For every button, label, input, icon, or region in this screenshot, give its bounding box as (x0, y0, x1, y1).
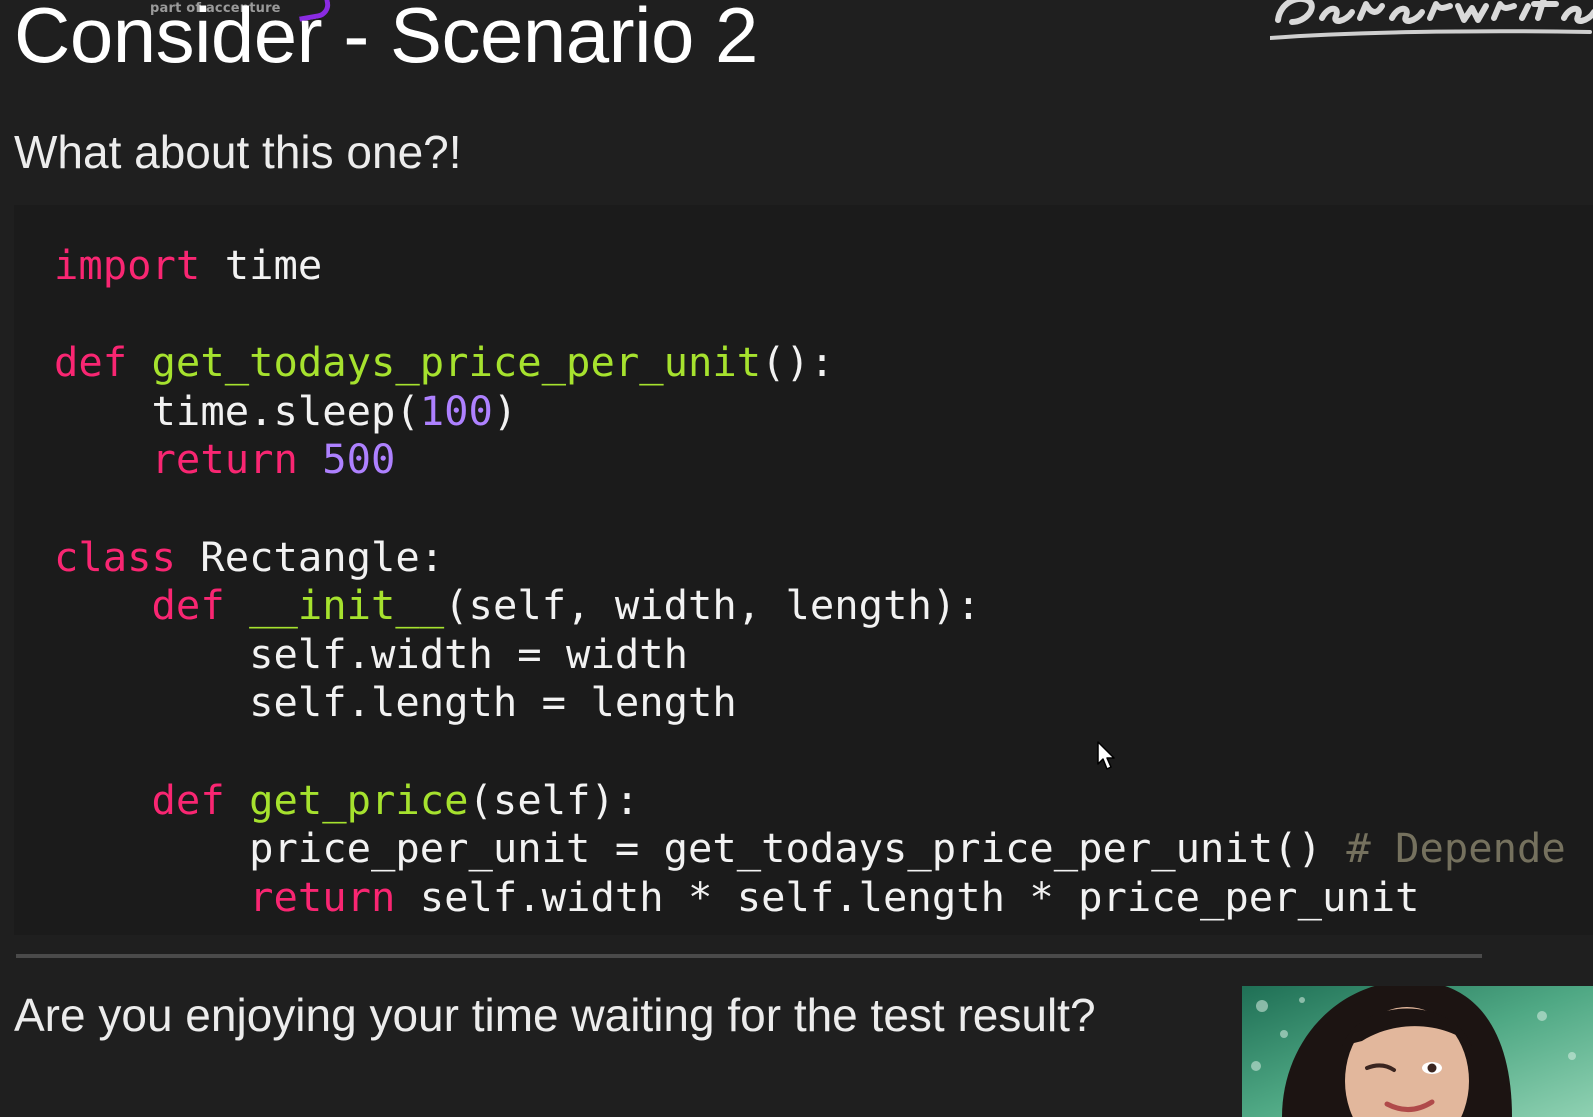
code-line: time.sleep(100) (54, 387, 1566, 436)
code-line: return self.width * self.length * price_… (54, 873, 1566, 922)
code-text: self.width = width (249, 629, 688, 678)
presentation-slide: part of accenture Consider - Scenario 2 … (0, 0, 1593, 1117)
code-line: import time (54, 241, 1566, 290)
code-text: (self, width, length): (444, 581, 981, 630)
presenter-video-frame (1242, 986, 1593, 1117)
code-text: time (200, 241, 323, 289)
code-keyword: return (249, 872, 396, 921)
code-line: return 500 (54, 435, 1566, 484)
code-line: def __init__(self, width, length): (54, 581, 1566, 630)
code-text: (self): (468, 775, 640, 824)
code-function-name: __init__ (249, 581, 445, 630)
slide-subtitle: What about this one?! (14, 126, 462, 178)
code-text: price_per_unit = get_todays_price_per_un… (249, 824, 1347, 873)
code-keyword: return (151, 435, 298, 484)
code-text: (): (761, 338, 835, 387)
code-keyword: def (151, 581, 225, 630)
code-comment: # Depende (1346, 824, 1566, 873)
code-line: def get_price(self): (54, 776, 1566, 825)
code-text: Rectangle: (175, 532, 445, 581)
code-text: self.width * self.length * price_per_uni… (395, 872, 1420, 921)
code-number: 500 (322, 435, 396, 484)
code-listing: import time def get_todays_price_per_uni… (54, 241, 1566, 921)
code-keyword: import (54, 241, 201, 289)
code-block: import time def get_todays_price_per_uni… (14, 205, 1593, 935)
slide-title: Consider - Scenario 2 (14, 0, 758, 79)
footer-question: Are you enjoying your time waiting for t… (14, 989, 1096, 1041)
code-keyword: def (151, 775, 225, 824)
code-text: ) (492, 386, 518, 435)
webcam-video-thumbnail (1242, 986, 1593, 1117)
code-line: def get_todays_price_per_unit(): (54, 338, 1566, 387)
code-keyword: def (54, 338, 128, 387)
code-line: self.width = width (54, 630, 1566, 679)
code-line: price_per_unit = get_todays_price_per_un… (54, 824, 1566, 873)
code-number: 100 (419, 386, 493, 435)
brand-logo (1270, 0, 1593, 40)
code-line: self.length = length (54, 678, 1566, 727)
code-function-name: get_todays_price_per_unit (151, 338, 762, 387)
code-function-name: get_price (249, 775, 469, 824)
code-keyword: class (54, 532, 176, 581)
code-line: class Rectangle: (54, 533, 1566, 582)
divider (16, 954, 1482, 958)
code-text: self.length = length (249, 678, 737, 727)
mouse-pointer-icon (1097, 741, 1115, 770)
code-text: time.sleep( (151, 386, 420, 435)
